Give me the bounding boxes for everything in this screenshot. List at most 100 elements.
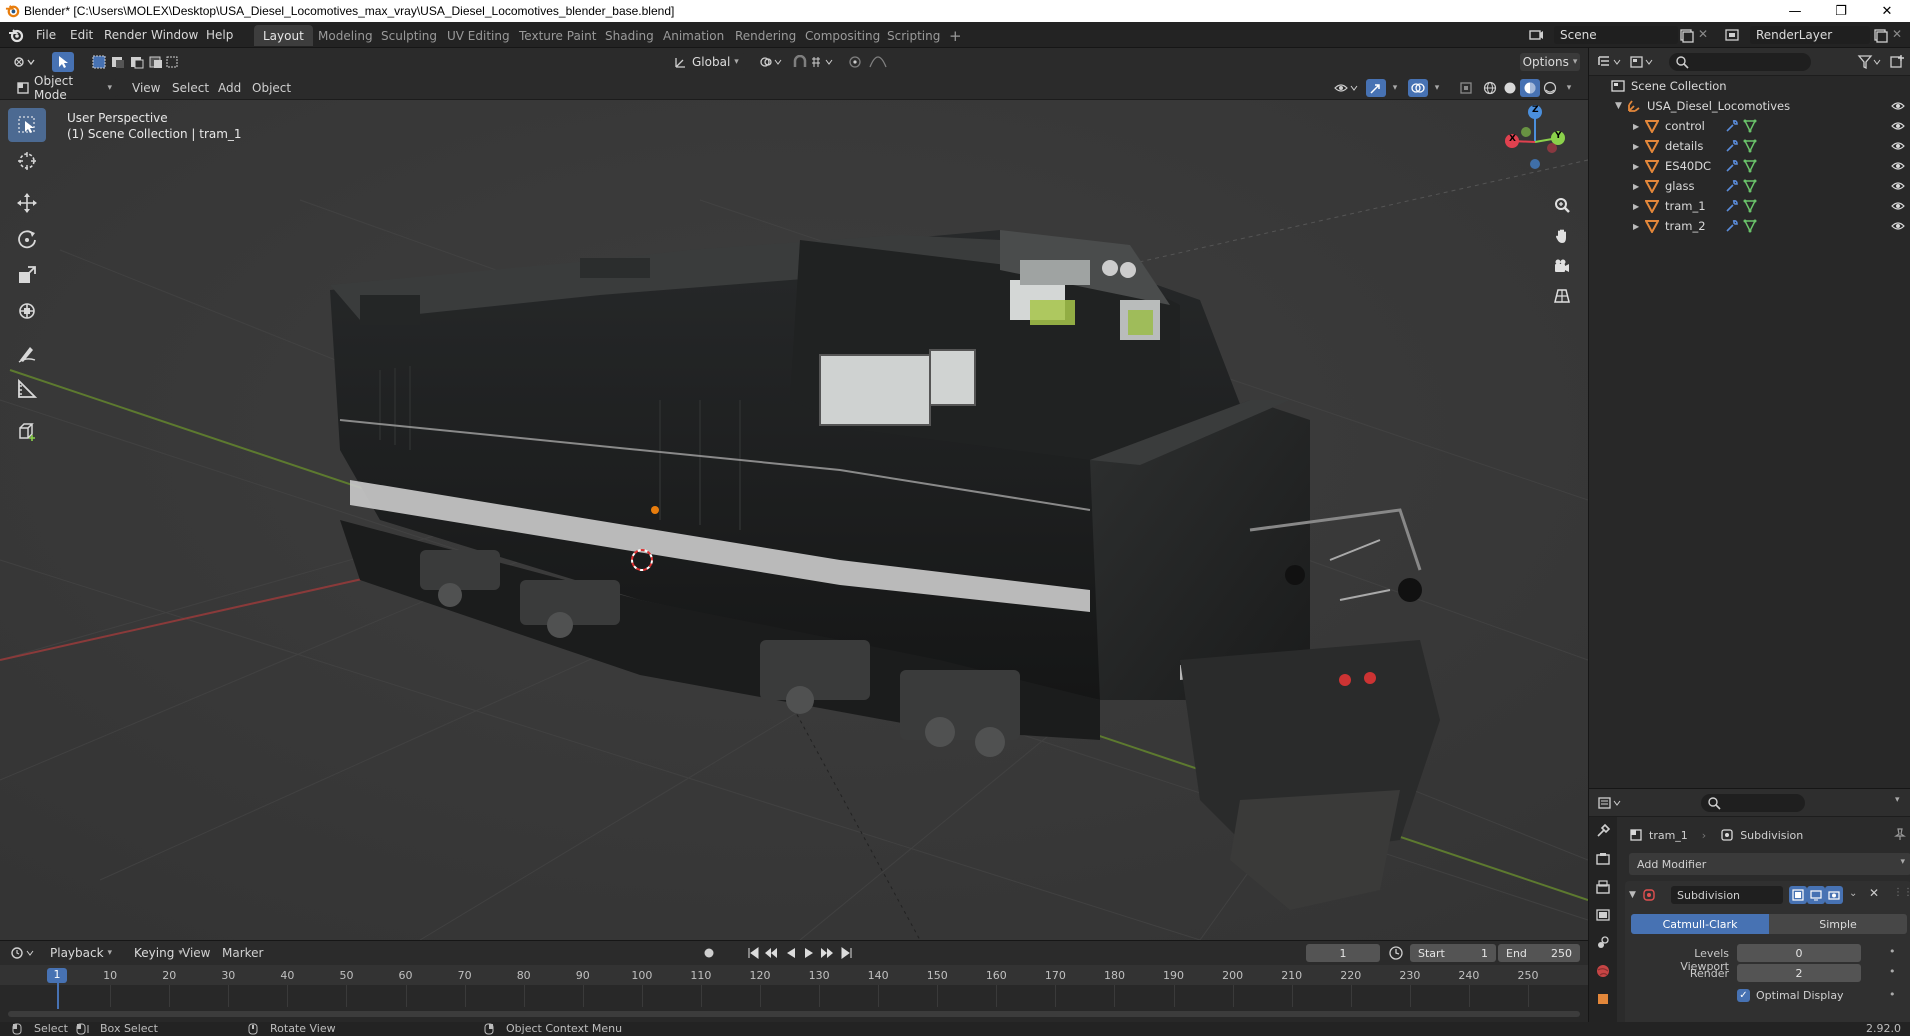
properties-options-chevron-icon[interactable]: ▾	[1895, 795, 1900, 805]
zoom-icon[interactable]	[1548, 192, 1576, 220]
expand-arrow-icon[interactable]: ▶	[1633, 222, 1645, 231]
render-layer-selector[interactable]: RenderLayer	[1750, 26, 1870, 44]
outliner-editor-type-icon[interactable]	[1597, 54, 1623, 70]
expand-arrow-icon[interactable]: ▶	[1633, 202, 1645, 211]
modifier-wrench-icon[interactable]	[1725, 159, 1739, 173]
new-collection-icon[interactable]	[1889, 54, 1905, 70]
visibility-eye-icon[interactable]	[1891, 99, 1905, 113]
modifier-menu-chevron-icon[interactable]: ⌄	[1849, 888, 1857, 899]
visibility-eye-icon[interactable]	[1891, 159, 1905, 173]
rendered-shading-icon[interactable]	[1540, 79, 1560, 97]
timeline-editor-type-icon[interactable]	[10, 945, 36, 961]
new-scene-icon[interactable]	[1678, 27, 1694, 43]
outliner-row-es40dc[interactable]: ▶ ES40DC	[1589, 156, 1910, 176]
mesh-data-icon[interactable]	[1743, 179, 1757, 193]
wireframe-shading-icon[interactable]	[1480, 79, 1500, 97]
viewport-toggle-icon[interactable]	[1807, 886, 1825, 904]
tool-properties-tab-icon[interactable]	[1589, 817, 1617, 845]
simple-option[interactable]: Simple	[1769, 914, 1907, 934]
selection-mode-icons[interactable]	[88, 52, 178, 72]
timeline-area[interactable]: 1 10 20 30 40 50 60 70 80 90 100 110 120 130 140 150 160…	[0, 965, 1588, 1023]
add-modifier-button[interactable]: Add Modifier ▾	[1629, 853, 1910, 875]
drag-handle-icon[interactable]: ⋮⋮	[1893, 887, 1910, 898]
modifier-name-input[interactable]: Subdivision	[1671, 886, 1783, 904]
tab-scripting[interactable]: Scripting	[878, 25, 949, 46]
outliner-row-details[interactable]: ▶ details	[1589, 136, 1910, 156]
mode-dropdown[interactable]: Object Mode ▾	[10, 74, 118, 102]
mesh-data-icon[interactable]	[1743, 119, 1757, 133]
properties-editor-type-icon[interactable]	[1597, 795, 1623, 811]
mesh-data-icon[interactable]	[1743, 139, 1757, 153]
menu-select[interactable]: Select	[172, 81, 209, 95]
remove-modifier-icon[interactable]: ✕	[1869, 886, 1879, 900]
visibility-eye-icon[interactable]	[1891, 219, 1905, 233]
keyframe-dot-icon[interactable]: •	[1889, 945, 1896, 958]
play-icon[interactable]	[800, 945, 818, 961]
tab-sculpting[interactable]: Sculpting	[372, 25, 446, 46]
tab-animation[interactable]: Animation	[654, 25, 733, 46]
transform-orientation-dropdown[interactable]: Global ▾	[668, 53, 746, 71]
keyframe-dot-icon[interactable]: •	[1889, 965, 1896, 978]
start-frame-field[interactable]: Start 1	[1410, 944, 1496, 962]
transform-tool[interactable]	[8, 294, 46, 328]
pin-icon[interactable]	[1893, 827, 1907, 841]
delete-scene-icon[interactable]: ✕	[1698, 27, 1708, 41]
optimal-display-checkbox[interactable]: ✓ Optimal Display	[1737, 989, 1844, 1002]
tab-texture-paint[interactable]: Texture Paint	[510, 25, 605, 46]
close-button[interactable]: ✕	[1864, 0, 1910, 22]
object-properties-tab-icon[interactable]	[1589, 985, 1617, 1013]
modifier-wrench-icon[interactable]	[1725, 199, 1739, 213]
maximize-button[interactable]: ❐	[1818, 0, 1864, 22]
menu-edit[interactable]: Edit	[64, 26, 99, 44]
snap-icon[interactable]	[790, 53, 810, 71]
cursor-tool[interactable]	[8, 144, 46, 178]
view-layer-tab-icon[interactable]	[1589, 901, 1617, 929]
render-levels-field[interactable]: 2	[1737, 964, 1861, 982]
display-mode-icon[interactable]	[1629, 54, 1655, 70]
gizmo-toggle-icon[interactable]	[1366, 79, 1386, 97]
pivot-point-icon[interactable]	[756, 53, 786, 71]
timeline-marker-menu[interactable]: Marker	[222, 946, 263, 960]
render-properties-tab-icon[interactable]	[1589, 845, 1617, 873]
visibility-eye-icon[interactable]	[1891, 179, 1905, 193]
prev-keyframe-icon[interactable]	[762, 945, 780, 961]
expand-arrow-icon[interactable]: ▶	[1633, 162, 1645, 171]
add-cube-tool[interactable]	[8, 414, 46, 448]
collapse-arrow-icon[interactable]: ▼	[1629, 890, 1636, 900]
world-properties-tab-icon[interactable]	[1589, 957, 1617, 985]
visibility-eye-icon[interactable]	[1891, 139, 1905, 153]
auto-keying-icon[interactable]	[700, 945, 718, 961]
add-workspace-button[interactable]: +	[940, 25, 971, 46]
gizmo-options-chevron-icon[interactable]: ▾	[1388, 79, 1402, 97]
select-tool-icon[interactable]	[52, 52, 74, 72]
tab-uv-editing[interactable]: UV Editing	[438, 25, 519, 46]
annotate-tool[interactable]	[8, 336, 46, 370]
outliner-search-input[interactable]	[1669, 53, 1811, 71]
outliner-row-tram_2[interactable]: ▶ tram_2	[1589, 216, 1910, 236]
visibility-filter-icon[interactable]	[1332, 79, 1362, 97]
play-reverse-icon[interactable]	[782, 945, 800, 961]
jump-end-icon[interactable]	[838, 945, 856, 961]
modifier-wrench-icon[interactable]	[1725, 139, 1739, 153]
overlay-toggle-icon[interactable]	[1408, 79, 1428, 97]
pan-hand-icon[interactable]	[1548, 222, 1576, 250]
menu-add[interactable]: Add	[218, 81, 241, 95]
timeline-scrollbar[interactable]	[8, 1011, 1580, 1017]
blender-menu-icon[interactable]	[8, 27, 24, 43]
preview-range-clock-icon[interactable]	[1388, 945, 1404, 961]
measure-tool[interactable]	[8, 372, 46, 406]
tab-layout[interactable]: Layout	[254, 25, 313, 46]
modifier-wrench-icon[interactable]	[1725, 119, 1739, 133]
tab-shading[interactable]: Shading	[596, 25, 663, 46]
select-box-tool[interactable]	[8, 108, 46, 142]
checkbox-checked-icon[interactable]: ✓	[1737, 989, 1750, 1002]
outliner-row-tram_1[interactable]: ▶ tram_1	[1589, 196, 1910, 216]
tab-modeling[interactable]: Modeling	[309, 25, 382, 46]
delete-render-layer-icon[interactable]: ✕	[1892, 27, 1902, 41]
edit-mode-toggle-icon[interactable]	[1789, 886, 1807, 904]
minimize-button[interactable]: —	[1772, 0, 1818, 22]
3d-viewport[interactable]: User Perspective (1) Scene Collection | …	[0, 100, 1588, 940]
timeline-view-menu[interactable]: View	[182, 946, 210, 960]
keyframe-dot-icon[interactable]: •	[1889, 988, 1896, 1001]
expand-arrow-icon[interactable]: ▶	[1633, 122, 1645, 131]
